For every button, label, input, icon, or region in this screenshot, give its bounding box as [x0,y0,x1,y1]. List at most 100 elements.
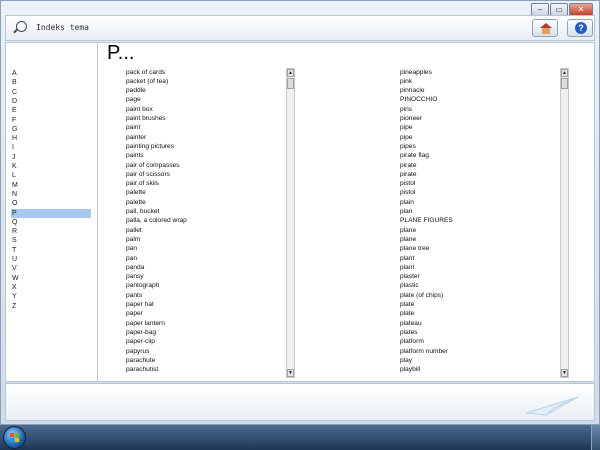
list-item[interactable]: plastic [400,281,419,290]
alphabet-letter[interactable]: T [11,246,91,255]
list-item[interactable]: paint brushes [126,114,166,123]
list-item[interactable]: paddle [126,86,146,95]
list-item[interactable]: paint [126,123,140,132]
alphabet-letter[interactable]: V [11,264,91,273]
scroll-up-arrow[interactable]: ▲ [287,69,294,77]
list-item[interactable]: platform number [400,347,448,356]
list-item[interactable]: plate (of chips) [400,291,443,300]
list-item[interactable]: pistol [400,188,415,197]
list-item[interactable]: plateau [400,319,422,328]
list-item[interactable]: paints [126,151,144,160]
help-button[interactable]: ? [567,19,593,37]
list-item[interactable]: plates [400,328,418,337]
list-item[interactable]: plane tree [400,244,429,253]
list-item[interactable]: paper lantern [126,319,165,328]
list-item[interactable]: packet (of tea) [126,77,168,86]
alphabet-letter[interactable]: U [11,255,91,264]
list-item[interactable]: pall, bucket [126,207,159,216]
alphabet-letter[interactable]: P [11,208,91,218]
list-item[interactable]: papyrus [126,347,149,356]
list-item[interactable]: page [126,95,141,104]
list-item[interactable]: plane [400,235,416,244]
right-scrollbar[interactable]: ▲ ▼ [560,68,569,378]
list-item[interactable]: palm [126,235,140,244]
list-item[interactable]: pants [126,291,142,300]
list-item[interactable]: paper-clip [126,337,155,346]
alphabet-letter[interactable]: Y [11,292,91,301]
list-item[interactable]: pistol [400,179,415,188]
alphabet-letter[interactable]: X [11,283,91,292]
alphabet-letter[interactable]: J [11,153,91,162]
scroll-thumb[interactable] [561,78,568,89]
alphabet-letter[interactable]: R [11,227,91,236]
alphabet-letter[interactable]: B [11,78,91,87]
list-item[interactable]: plant [400,254,414,263]
list-item[interactable]: plaster [400,272,420,281]
list-item[interactable]: pair of skiis [126,179,159,188]
alphabet-letter[interactable]: A [11,69,91,78]
list-item[interactable]: plate [400,309,414,318]
list-item[interactable]: painting pictures [126,142,174,151]
alphabet-letter[interactable]: K [11,162,91,171]
list-item[interactable]: painter [126,133,146,142]
list-item[interactable]: pantograph [126,281,159,290]
alphabet-letter[interactable]: L [11,171,91,180]
list-item[interactable]: pair of compasses [126,161,180,170]
alphabet-letter[interactable]: W [11,274,91,283]
list-item[interactable]: pipe [400,123,412,132]
list-item[interactable]: plane [400,226,416,235]
list-item[interactable]: parachute [126,356,155,365]
list-item[interactable]: pins [400,105,412,114]
list-item[interactable]: plate [400,300,414,309]
alphabet-letter[interactable]: F [11,116,91,125]
alphabet-letter[interactable]: N [11,190,91,199]
list-item[interactable]: playbill [400,365,420,374]
list-item[interactable]: pirate flag [400,151,429,160]
scroll-down-arrow[interactable]: ▼ [561,369,568,377]
scroll-down-arrow[interactable]: ▼ [287,369,294,377]
alphabet-letter[interactable]: D [11,97,91,106]
list-item[interactable]: pansy [126,272,144,281]
list-item[interactable]: play [400,356,412,365]
list-item[interactable]: pirate [400,170,417,179]
alphabet-letter[interactable]: H [11,134,91,143]
left-scrollbar[interactable]: ▲ ▼ [286,68,295,378]
list-item[interactable]: palette [126,198,146,207]
list-item[interactable]: parachutist [126,365,158,374]
list-item[interactable]: pipes [400,142,416,151]
alphabet-letter[interactable]: Z [11,302,91,311]
list-item[interactable]: panda [126,263,144,272]
list-item[interactable]: palla, a colored wrap [126,216,187,225]
alphabet-letter[interactable]: I [11,143,91,152]
list-item[interactable]: paper [126,309,143,318]
list-item[interactable]: pioneer [400,114,422,123]
scroll-up-arrow[interactable]: ▲ [561,69,568,77]
list-item[interactable]: palette [126,188,146,197]
search-icon[interactable] [16,21,27,32]
list-item[interactable]: PINOCCHIO [400,95,437,104]
list-item[interactable]: paint box [126,105,153,114]
list-item[interactable]: pipe [400,133,412,142]
alphabet-letter[interactable]: G [11,125,91,134]
list-item[interactable]: pineapples [400,68,432,77]
list-item[interactable]: platform [400,337,424,346]
list-item[interactable]: plain [400,198,414,207]
alphabet-letter[interactable]: O [11,199,91,208]
list-item[interactable]: paper hat [126,300,154,309]
alphabet-letter[interactable]: Q [11,218,91,227]
list-item[interactable]: paper-bag [126,328,156,337]
list-item[interactable]: pan [126,254,137,263]
list-item[interactable]: pack of cards [126,68,165,77]
list-item[interactable]: pirate [400,161,417,170]
list-item[interactable]: pinnacle [400,86,425,95]
alphabet-letter[interactable]: M [11,181,91,190]
list-item[interactable]: pallet [126,226,142,235]
show-desktop-button[interactable] [591,425,600,450]
alphabet-letter[interactable]: S [11,236,91,245]
list-item[interactable]: plant [400,263,414,272]
list-item[interactable]: plan [400,207,412,216]
list-item[interactable]: PLANE FIGURES [400,216,453,225]
start-button[interactable] [3,426,26,449]
list-item[interactable]: pink [400,77,412,86]
alphabet-letter[interactable]: C [11,88,91,97]
